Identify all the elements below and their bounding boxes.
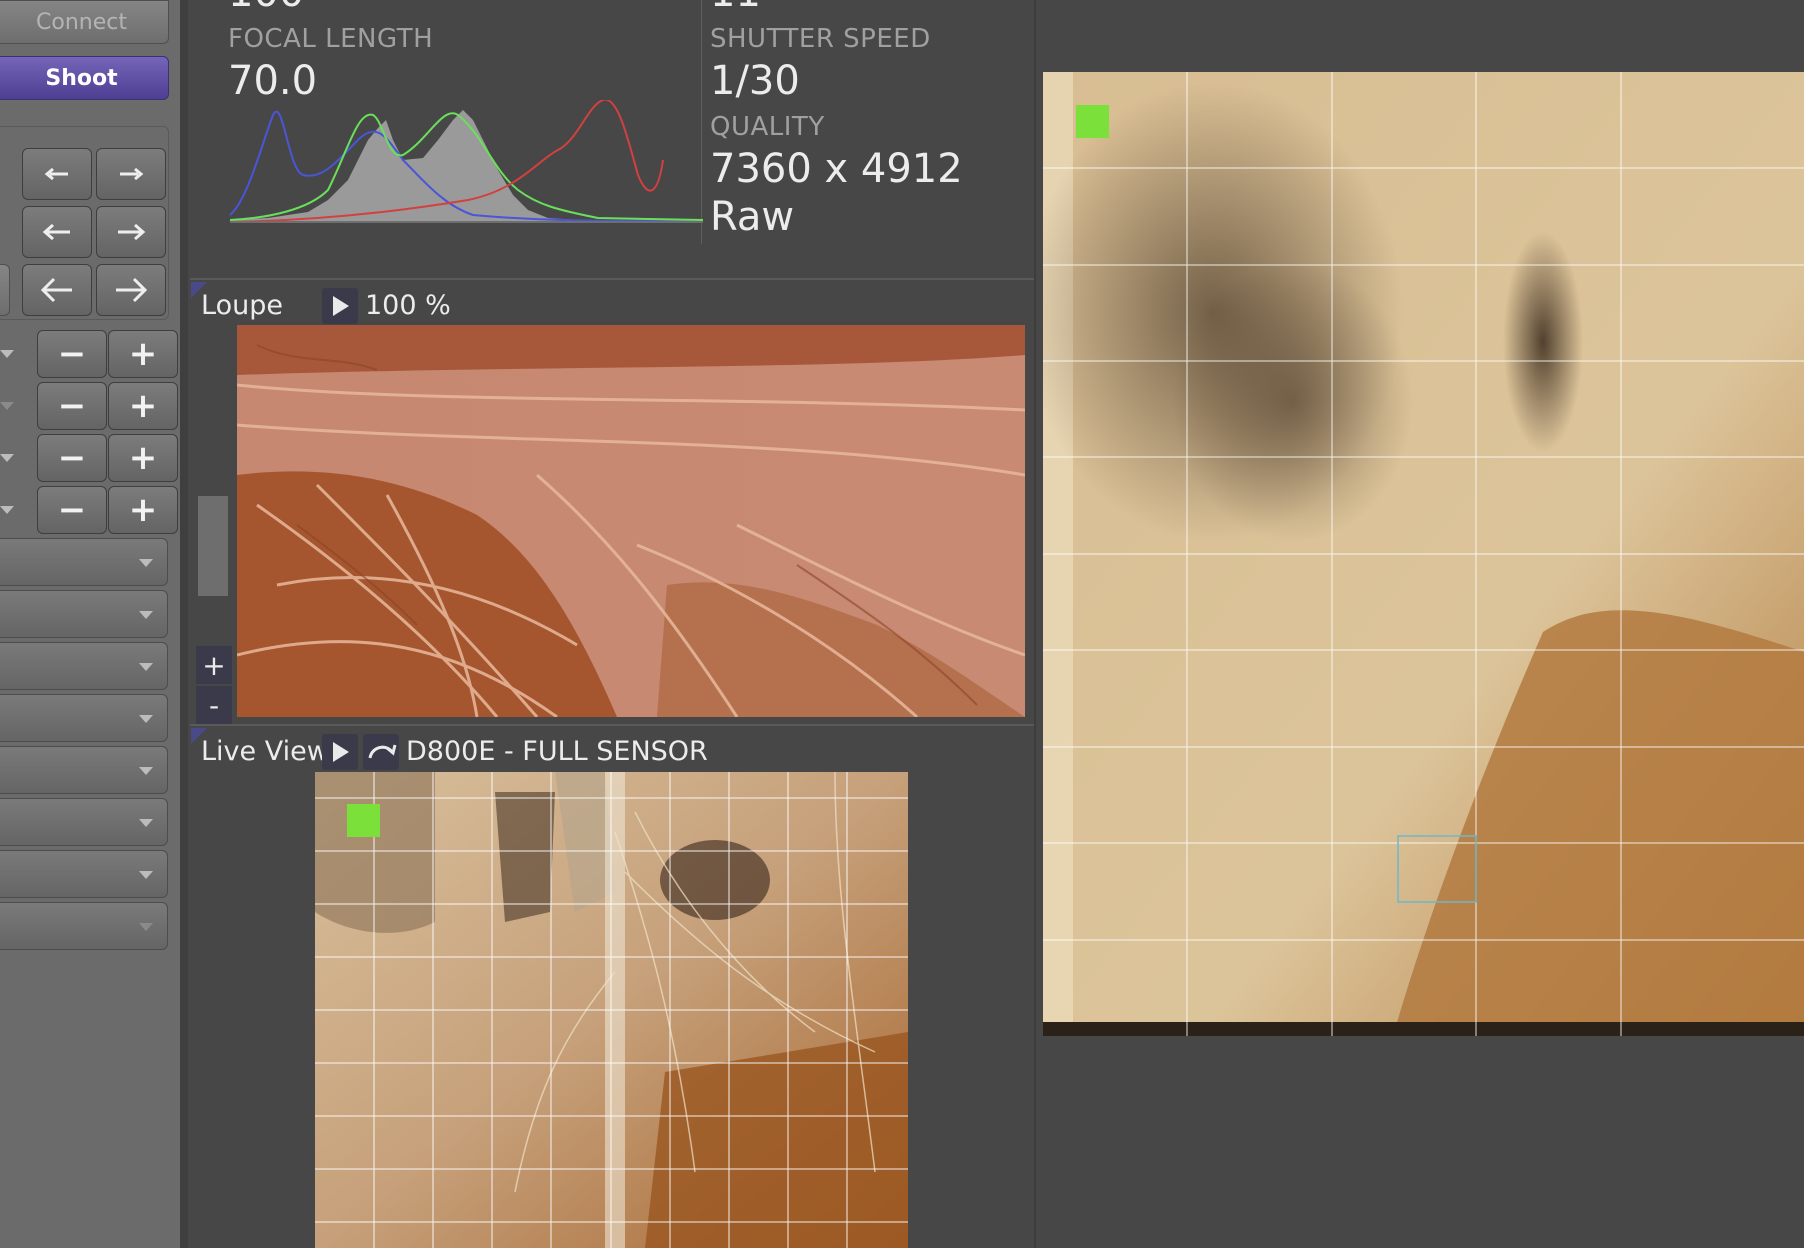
chevron-down-icon bbox=[139, 819, 153, 827]
shoot-button[interactable]: Shoot bbox=[0, 56, 169, 100]
full-preview-image[interactable] bbox=[1043, 72, 1804, 1036]
focus-far-medium-button[interactable] bbox=[96, 206, 166, 258]
chevron-down-icon bbox=[139, 663, 153, 671]
histogram bbox=[229, 100, 703, 223]
iso-value: 100 bbox=[228, 0, 304, 16]
plus-icon: + bbox=[128, 386, 158, 426]
minus-icon: − bbox=[57, 386, 87, 426]
liveview-refresh-button[interactable] bbox=[363, 734, 399, 770]
arrow-left-small-icon bbox=[44, 167, 68, 181]
focus-extra-button[interactable] bbox=[0, 264, 10, 316]
loupe-zoom-out-button[interactable]: - bbox=[196, 686, 232, 724]
plus-icon: + bbox=[128, 334, 158, 374]
setting-dropdown-2[interactable] bbox=[0, 590, 168, 638]
liveview-image[interactable] bbox=[315, 772, 908, 1248]
plus-icon: + bbox=[128, 490, 158, 530]
histogram-luminance bbox=[230, 110, 703, 222]
minus-icon: − bbox=[57, 334, 87, 374]
setting-dropdown-3[interactable] bbox=[0, 642, 168, 690]
arrow-right-medium-icon bbox=[118, 223, 146, 241]
focus-point-marker[interactable] bbox=[1076, 105, 1109, 138]
main-divider[interactable] bbox=[1034, 0, 1036, 1248]
increase-button[interactable]: + bbox=[108, 434, 178, 482]
focus-point-marker[interactable] bbox=[347, 804, 380, 837]
panel-divider[interactable] bbox=[180, 0, 188, 1248]
chevron-down-icon bbox=[139, 559, 153, 567]
increase-button[interactable]: + bbox=[108, 330, 178, 378]
loupe-zoom-level: 100 % bbox=[365, 290, 451, 321]
full-preview-content bbox=[1043, 72, 1804, 1036]
chevron-down-icon bbox=[139, 871, 153, 879]
arrow-left-large-icon bbox=[40, 277, 72, 303]
arrow-right-large-icon bbox=[116, 277, 148, 303]
increase-button[interactable]: + bbox=[108, 486, 178, 534]
resolution-value: 7360 x 4912 bbox=[710, 146, 963, 192]
aperture-value: 11 bbox=[710, 0, 761, 16]
chevron-down-icon bbox=[139, 715, 153, 723]
decrease-button[interactable]: − bbox=[37, 486, 107, 534]
focus-near-medium-button[interactable] bbox=[22, 206, 92, 258]
control-panel: Connect Shoot − + − + − + − + bbox=[0, 0, 180, 1248]
focus-near-large-button[interactable] bbox=[22, 264, 92, 316]
decrease-button[interactable]: − bbox=[37, 382, 107, 430]
focus-far-large-button[interactable] bbox=[96, 264, 166, 316]
setting-dropdown-5[interactable] bbox=[0, 746, 168, 794]
connect-button[interactable]: Connect bbox=[0, 0, 169, 44]
increase-button[interactable]: + bbox=[108, 382, 178, 430]
loupe-title: Loupe bbox=[201, 290, 283, 321]
focus-near-small-button[interactable] bbox=[22, 148, 92, 200]
loupe-zoom-in-button[interactable]: + bbox=[196, 646, 232, 684]
shutter-speed-value: 1/30 bbox=[710, 58, 800, 104]
focal-length-value: 70.0 bbox=[228, 58, 318, 104]
play-icon bbox=[333, 296, 349, 316]
format-value: Raw bbox=[710, 194, 795, 240]
liveview-title: Live View bbox=[201, 736, 329, 767]
focus-far-small-button[interactable] bbox=[96, 148, 166, 200]
setting-dropdown-6[interactable] bbox=[0, 798, 168, 846]
decrease-button[interactable]: − bbox=[37, 330, 107, 378]
decrease-button[interactable]: − bbox=[37, 434, 107, 482]
liveview-camera-label: D800E - FULL SENSOR bbox=[406, 736, 708, 767]
plus-icon: + bbox=[128, 438, 158, 478]
chevron-down-icon[interactable] bbox=[0, 454, 14, 462]
setting-dropdown-7[interactable] bbox=[0, 850, 168, 898]
setting-dropdown-4[interactable] bbox=[0, 694, 168, 742]
loupe-play-button[interactable] bbox=[322, 288, 358, 324]
shutter-speed-label: SHUTTER SPEED bbox=[710, 24, 931, 54]
chevron-down-icon[interactable] bbox=[0, 350, 14, 358]
focal-length-label: FOCAL LENGTH bbox=[228, 24, 434, 54]
loupe-image[interactable] bbox=[237, 325, 1025, 717]
setting-dropdown-8[interactable] bbox=[0, 902, 168, 950]
liveview-image-content bbox=[315, 772, 908, 1248]
quality-label: QUALITY bbox=[710, 112, 825, 142]
chevron-down-icon[interactable] bbox=[0, 506, 14, 514]
minus-icon: − bbox=[57, 438, 87, 478]
loupe-divider bbox=[190, 278, 1034, 280]
liveview-divider bbox=[190, 724, 1034, 726]
chevron-down-icon bbox=[139, 611, 153, 619]
loupe-image-content bbox=[237, 325, 1025, 717]
chevron-down-icon[interactable] bbox=[0, 402, 14, 410]
arrow-left-medium-icon bbox=[42, 223, 70, 241]
chevron-down-icon bbox=[139, 767, 153, 775]
chevron-down-icon bbox=[139, 923, 153, 931]
arrow-right-small-icon bbox=[120, 167, 144, 181]
liveview-play-button[interactable] bbox=[322, 734, 358, 770]
play-icon bbox=[333, 742, 349, 762]
setting-dropdown-1[interactable] bbox=[0, 538, 168, 586]
refresh-icon bbox=[368, 744, 397, 759]
loupe-scrollbar-thumb[interactable] bbox=[198, 496, 228, 596]
minus-icon: − bbox=[57, 490, 87, 530]
